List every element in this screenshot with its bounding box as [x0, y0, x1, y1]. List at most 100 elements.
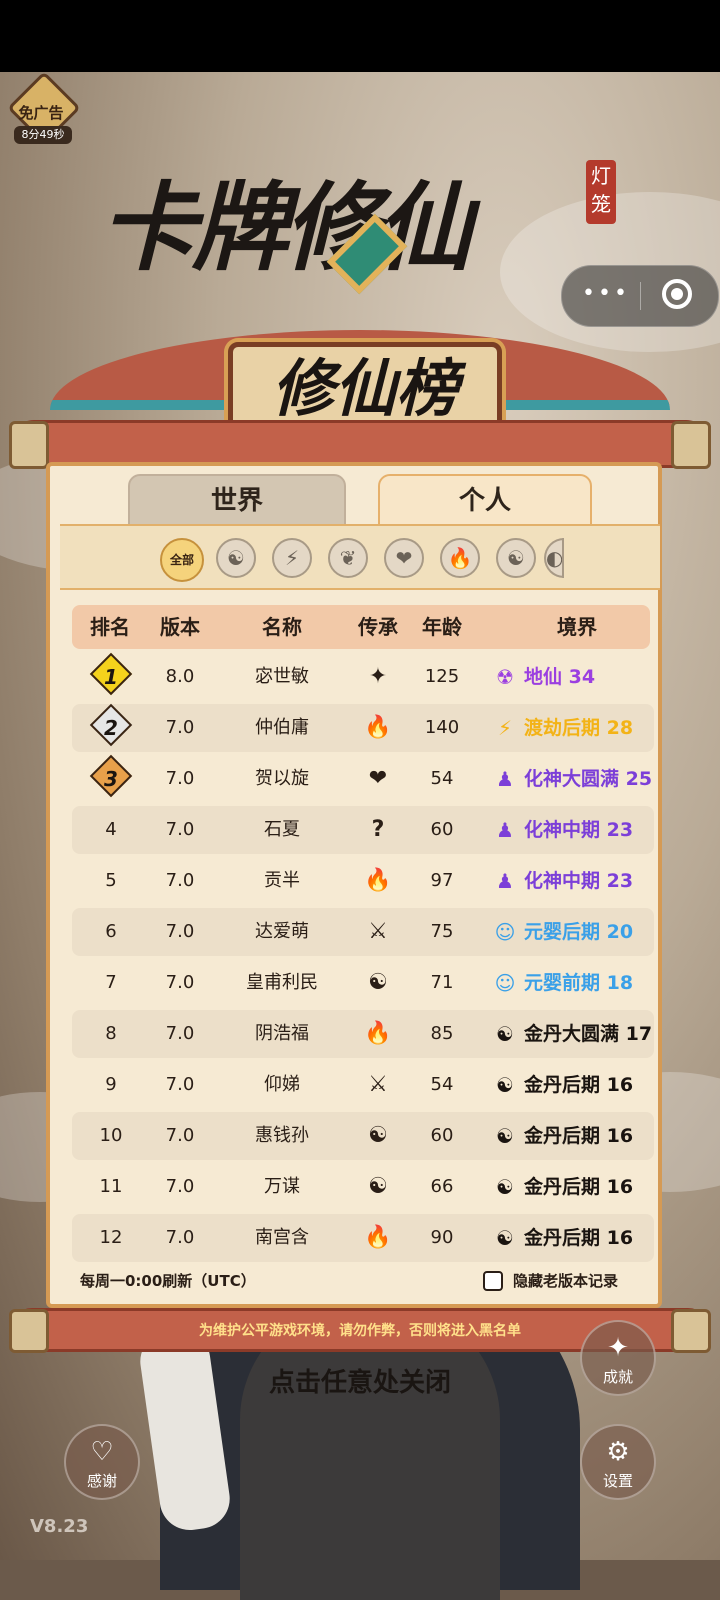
age-cell: 54	[430, 768, 454, 789]
name-cell: 万谋	[264, 1176, 300, 1197]
achievement-label: 成就	[602, 1368, 633, 1386]
header-heritage: 传承	[358, 615, 398, 639]
realm-text: 渡劫后期 28	[524, 717, 634, 739]
filter-lotus-icon[interactable]: ❦	[328, 538, 368, 578]
filter-sword-icon[interactable]: ⚡	[272, 538, 312, 578]
lantern-seal: 灯笼	[586, 160, 616, 224]
heart-hand-icon: ♡	[90, 1437, 114, 1467]
name-cell: 宓世敏	[255, 666, 309, 687]
realm-icon: ☯	[496, 1073, 514, 1097]
realm-text: 元婴后期 20	[524, 921, 634, 943]
rank-number: 1	[104, 665, 118, 689]
realm-icon: ☯	[496, 1124, 514, 1148]
version-cell: 7.0	[165, 1074, 195, 1095]
gear-icon: ⚙	[606, 1437, 630, 1467]
table-row[interactable]: 11 7.0 万谋 ☯ 66 ☯ 金丹后期 16	[72, 1163, 654, 1211]
filter-taiji-icon[interactable]: ☯	[496, 538, 536, 578]
tab-personal[interactable]: 个人	[378, 474, 592, 528]
table-row[interactable]: 4 7.0 石夏? 60 ♟ 化神中期 23	[72, 806, 654, 854]
header-rank: 排名	[90, 615, 130, 639]
age-cell: 71	[430, 972, 454, 993]
ad-badge-timer: 8分49秒	[14, 126, 72, 144]
version-cell: 7.0	[165, 870, 195, 891]
table-row[interactable]: 5 7.0 贡半 🔥 97 ♟ 化神中期 23	[72, 857, 654, 905]
table-row[interactable]: 3 7.0 贺以旋 ❤ 54 ♟ 化神大圆满 25	[72, 754, 654, 803]
age-cell: 60	[430, 819, 454, 840]
table-row[interactable]: 10 7.0 惠钱孙 ☯ 60 ☯ 金丹后期 16	[72, 1112, 654, 1160]
realm-text: 金丹大圆满 17	[524, 1023, 653, 1045]
hide-old-label[interactable]: 隐藏老版本记录	[513, 1270, 618, 1291]
table-row[interactable]: 7 7.0 皇甫利民 ☯ 71 ☺ 元婴前期 18	[72, 959, 654, 1007]
realm-text: 化神中期 23	[524, 870, 634, 892]
realm-icon: ☯	[496, 1022, 514, 1046]
thanks-button[interactable]: ♡ 感谢	[64, 1424, 140, 1500]
leaderboard-title: 修仙榜	[271, 352, 458, 425]
realm-icon: ♟	[496, 869, 514, 893]
rank-cell: 2	[72, 703, 150, 752]
thanks-label: 感谢	[86, 1472, 117, 1490]
heritage-icon: 🔥	[364, 1225, 392, 1250]
filter-fire-icon[interactable]: 🔥	[440, 538, 480, 578]
rank-cell: 9	[105, 1074, 117, 1095]
realm-text: 元婴前期 18	[524, 972, 634, 994]
age-cell: 97	[430, 870, 454, 891]
rank-cell: 7	[105, 972, 117, 993]
header-version: 版本	[160, 615, 200, 639]
settings-button[interactable]: ⚙ 设置	[580, 1424, 656, 1500]
heritage-icon: ❤	[368, 766, 388, 791]
table-row[interactable]: 1 8.0 宓世敏 ✦ 125 ☢ 地仙 34	[72, 652, 654, 701]
realm-icon: ⚡	[497, 716, 513, 740]
rank-cell: 4	[105, 819, 117, 840]
table-row[interactable]: 2 7.0 仲伯庸 🔥 140 ⚡ 渡劫后期 28	[72, 703, 654, 752]
realm-icon: ☺	[494, 971, 516, 995]
version-label: V8.23	[30, 1516, 89, 1537]
remove-ads-button[interactable]: 免广告 8分49秒	[7, 71, 81, 145]
table-row[interactable]: 8 7.0 阴浩福 🔥 85 ☯ 金丹大圆满 17	[72, 1010, 654, 1058]
realm-icon: ☯	[496, 1226, 514, 1250]
header-name: 名称	[262, 615, 302, 639]
achievement-button[interactable]: ✦ 成就	[580, 1320, 656, 1396]
realm-text: 金丹后期 16	[524, 1176, 634, 1198]
rank-cell: 6	[105, 921, 117, 942]
heritage-icon: 🔥	[364, 1021, 392, 1046]
realm-icon: ♟	[496, 818, 514, 842]
table-row[interactable]: 12 7.0 南宫含 🔥 90 ☯ 金丹后期 16	[72, 1214, 654, 1262]
filter-more-icon[interactable]: ◐	[544, 538, 564, 578]
rank-number: 2	[104, 716, 118, 740]
version-cell: 7.0	[165, 717, 195, 738]
realm-icon: ☢	[496, 665, 514, 689]
version-cell: 7.0	[165, 768, 195, 789]
name-cell: 达爱萌	[255, 921, 309, 942]
table-header: 排名 版本 名称 传承 年龄 境界	[72, 605, 650, 649]
name-cell: 仲伯庸	[255, 717, 309, 738]
rank-cell: 8	[105, 1023, 117, 1044]
heritage-icon: ☯	[368, 1174, 388, 1199]
rank-cell: 11	[99, 1176, 123, 1197]
name-cell: 惠钱孙	[255, 1125, 309, 1146]
version-cell: 7.0	[165, 1227, 195, 1248]
filter-heart-icon[interactable]: ❤	[384, 538, 424, 578]
rank-cell: 10	[99, 1125, 123, 1146]
tab-world[interactable]: 世界	[128, 474, 346, 528]
age-cell: 66	[430, 1176, 454, 1197]
table-row[interactable]: 9 7.0 仰娣 ⚔ 54 ☯ 金丹后期 16	[72, 1061, 654, 1109]
realm-text: 金丹后期 16	[524, 1125, 634, 1147]
age-cell: 85	[430, 1023, 454, 1044]
realm-icon: ♟	[496, 767, 514, 791]
table-row[interactable]: 6 7.0 达爱萌 ⚔ 75 ☺ 元婴后期 20	[72, 908, 654, 956]
heritage-icon: ⚔	[368, 919, 388, 944]
realm-icon: ☺	[494, 920, 516, 944]
name-cell: 石夏	[264, 819, 300, 840]
name-cell: 南宫含	[255, 1227, 309, 1248]
filter-all-button[interactable]: 全部	[160, 538, 204, 582]
rod-cap	[9, 421, 49, 469]
heritage-icon: ☯	[368, 1123, 388, 1148]
filter-yinyang-icon[interactable]: ☯	[216, 538, 256, 578]
age-cell: 75	[430, 921, 454, 942]
ad-badge-label: 免广告	[18, 104, 64, 122]
name-cell: 阴浩福	[255, 1023, 309, 1044]
rank-number: 3	[104, 767, 118, 791]
heritage-icon: ☯	[368, 970, 388, 995]
hide-old-checkbox[interactable]	[483, 1271, 503, 1291]
rank-cell: 5	[105, 870, 117, 891]
